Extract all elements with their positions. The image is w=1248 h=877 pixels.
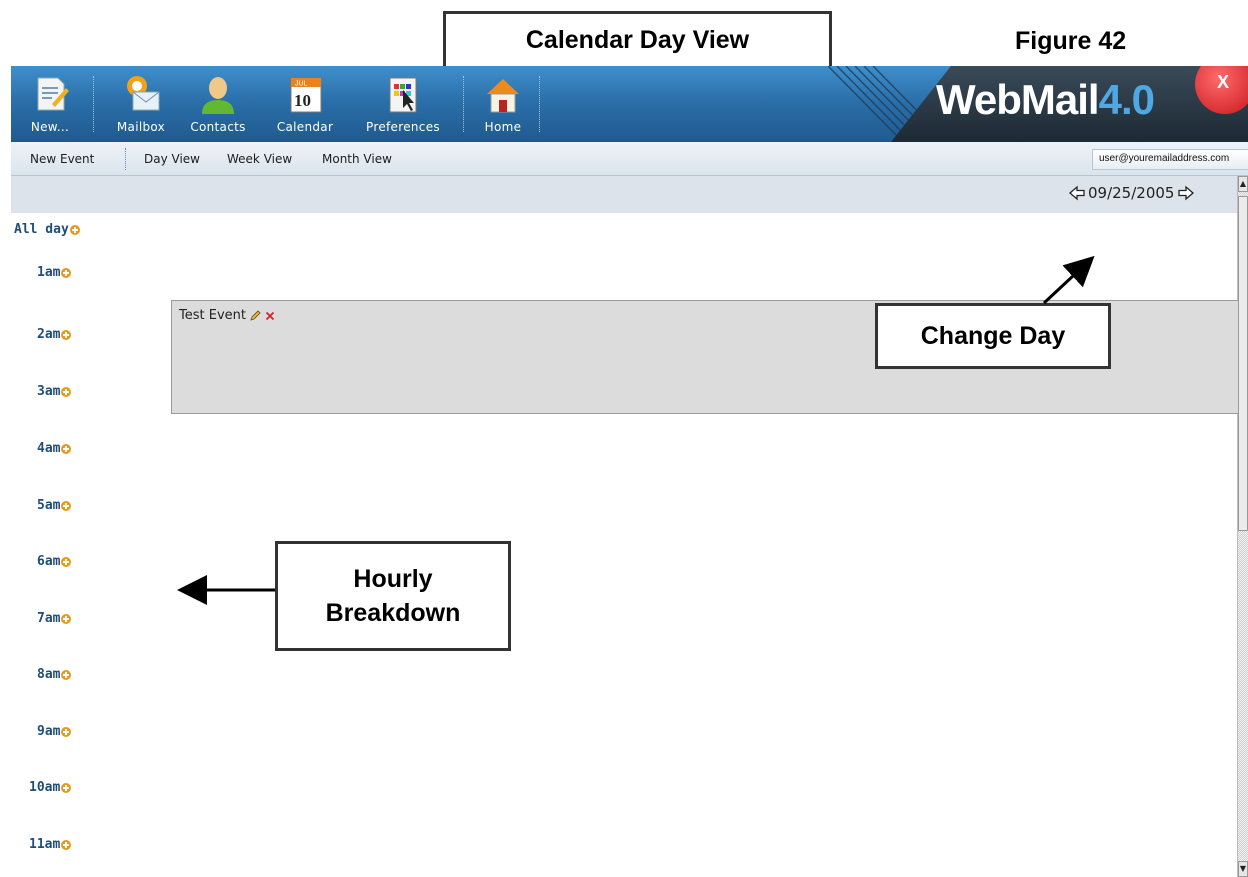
vertical-scrollbar[interactable]: ▲ ▼: [1237, 176, 1248, 877]
scroll-up-button[interactable]: ▲: [1238, 176, 1248, 192]
svg-text:JUL: JUL: [295, 81, 308, 88]
toolbar-preferences-label: Preferences: [366, 120, 440, 134]
month-view-link[interactable]: Month View: [322, 152, 392, 166]
calendar-subnav: New Event Day View Week View Month View …: [11, 142, 1248, 176]
add-event-icon[interactable]: [61, 556, 72, 567]
add-event-icon[interactable]: [61, 386, 72, 397]
hour-slot-6am[interactable]: 6am: [37, 554, 72, 569]
mailbox-icon: [127, 76, 160, 111]
toolbar-contacts-label: Contacts: [190, 120, 246, 134]
add-event-icon[interactable]: [61, 669, 72, 680]
webmail-logo: WebMail4.0: [936, 76, 1155, 123]
hourly-breakdown-callout: Hourly Breakdown: [275, 541, 511, 651]
add-event-icon[interactable]: [61, 613, 72, 624]
toolbar-home-button[interactable]: Home: [477, 66, 529, 142]
current-date: 09/25/2005: [1088, 184, 1175, 202]
toolbar-separator: [463, 76, 464, 132]
scroll-down-button[interactable]: ▼: [1238, 861, 1248, 877]
date-navigator: 09/25/2005: [1069, 184, 1195, 202]
toolbar-separator: [539, 76, 540, 132]
delete-x-icon[interactable]: [264, 310, 276, 322]
calendar-icon: JUL 10: [290, 77, 322, 113]
preferences-icon: [389, 77, 417, 113]
user-email: user@youremailaddress.com: [1092, 149, 1248, 170]
hour-slot-8am[interactable]: 8am: [37, 667, 72, 682]
toolbar-new-label: New...: [30, 120, 70, 134]
change-day-callout: Change Day: [875, 303, 1111, 369]
hour-slot-5am[interactable]: 5am: [37, 498, 72, 513]
figure-number: Figure 42: [1015, 27, 1127, 55]
contacts-icon: [202, 77, 234, 114]
add-event-icon[interactable]: [61, 267, 72, 278]
hour-slot-4am[interactable]: 4am: [37, 441, 72, 456]
right-arrow-icon[interactable]: [1178, 185, 1195, 201]
add-event-icon[interactable]: [69, 224, 80, 235]
event-title[interactable]: Test Event: [179, 308, 246, 323]
hourly-callout-line2: Breakdown: [325, 599, 461, 627]
pencil-icon[interactable]: [249, 309, 261, 322]
toolbar-mailbox-button[interactable]: Mailbox: [103, 66, 179, 142]
week-view-link[interactable]: Week View: [227, 152, 292, 166]
day-view-link[interactable]: Day View: [144, 152, 200, 166]
main-toolbar: New... Mailbox Contacts JUL 10 Calendar …: [11, 66, 1248, 142]
toolbar-calendar-label: Calendar: [276, 120, 334, 134]
hour-slot-9am[interactable]: 9am: [37, 724, 72, 739]
add-event-icon[interactable]: [61, 329, 72, 340]
toolbar-preferences-button[interactable]: Preferences: [355, 66, 451, 142]
figure-title: Calendar Day View: [443, 11, 832, 70]
event-title-row: Test Event: [179, 308, 276, 323]
add-event-icon[interactable]: [61, 782, 72, 793]
toolbar-new-button[interactable]: New...: [17, 66, 83, 142]
webmail-app: New... Mailbox Contacts JUL 10 Calendar …: [11, 66, 1248, 877]
hour-slot-10am[interactable]: 10am: [29, 780, 72, 795]
subnav-separator: [125, 148, 126, 170]
hour-slot-2am[interactable]: 2am: [37, 327, 72, 342]
hour-slot-7am[interactable]: 7am: [37, 611, 72, 626]
add-event-icon[interactable]: [61, 839, 72, 850]
hour-slot-1am[interactable]: 1am: [37, 265, 72, 280]
svg-text:10: 10: [294, 91, 311, 110]
add-event-icon[interactable]: [61, 726, 72, 737]
toolbar-contacts-button[interactable]: Contacts: [181, 66, 255, 142]
home-icon: [487, 79, 519, 113]
left-arrow-icon[interactable]: [1069, 185, 1085, 201]
scroll-thumb[interactable]: [1238, 196, 1248, 531]
add-event-icon[interactable]: [61, 500, 72, 511]
hour-slot-11am[interactable]: 11am: [29, 837, 72, 852]
date-bar: 09/25/2005: [11, 176, 1237, 213]
new-event-link[interactable]: New Event: [30, 152, 94, 166]
new-document-icon: [37, 77, 69, 111]
hour-slot-3am[interactable]: 3am: [37, 384, 72, 399]
add-event-icon[interactable]: [61, 443, 72, 454]
toolbar-separator: [93, 76, 94, 132]
hour-slot-all-day[interactable]: All day: [14, 222, 80, 237]
toolbar-home-label: Home: [484, 120, 522, 134]
hourly-callout-line1: Hourly: [353, 565, 433, 593]
toolbar-mailbox-label: Mailbox: [116, 120, 166, 134]
toolbar-calendar-button[interactable]: JUL 10 Calendar: [267, 66, 343, 142]
